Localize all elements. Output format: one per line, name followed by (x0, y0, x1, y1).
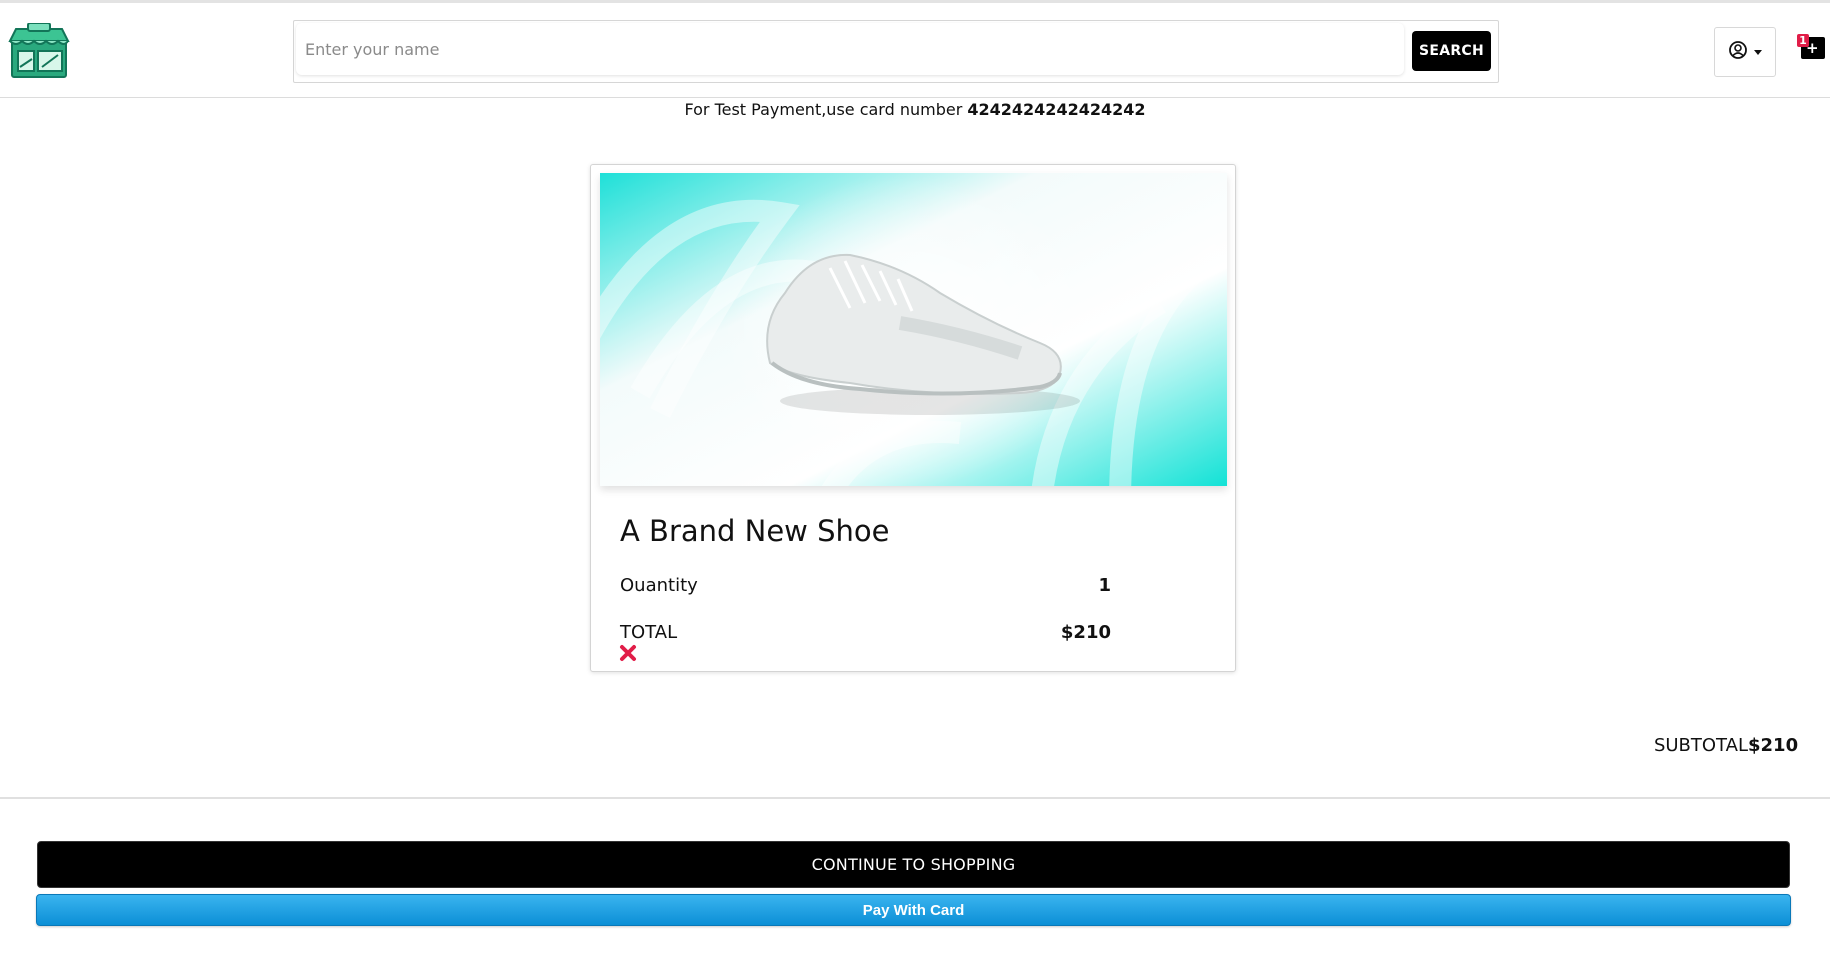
item-total-label: TOTAL (620, 622, 678, 643)
subtotal-label: SUBTOTAL (1653, 735, 1748, 756)
notice-text: For Test Payment,use card number (684, 100, 968, 119)
cart-item-card: A Brand New Shoe Ouantity 1 TOTAL $210 (590, 164, 1236, 672)
search-button[interactable]: SEARCH (1412, 31, 1491, 71)
test-card-number: 4242424242424242 (967, 100, 1146, 119)
search-input[interactable] (296, 23, 1404, 75)
item-total-value: $210 (1060, 622, 1111, 643)
cart-button[interactable]: + 1 (1797, 29, 1827, 63)
search-bar: SEARCH (293, 20, 1499, 83)
subtotal-value: $210 (1748, 735, 1799, 756)
account-dropdown-button[interactable] (1714, 27, 1776, 77)
continue-shopping-button[interactable]: CONTINUE TO SHOPPING (37, 841, 1790, 888)
chevron-down-icon (1754, 49, 1762, 55)
pay-with-card-button[interactable]: Pay With Card (36, 894, 1791, 926)
close-icon[interactable] (619, 644, 637, 662)
site-header: SEARCH + 1 (0, 3, 1830, 98)
quantity-value: 1 (1098, 575, 1111, 596)
product-image (600, 173, 1227, 486)
test-payment-notice: For Test Payment,use card number 4242424… (0, 100, 1830, 119)
cart-count-badge: 1 (1797, 34, 1809, 47)
divider (0, 797, 1830, 799)
quantity-label: Ouantity (620, 575, 698, 596)
user-circle-icon (1728, 40, 1748, 64)
product-title: A Brand New Shoe (620, 514, 890, 548)
store-logo-icon[interactable] (8, 22, 70, 79)
